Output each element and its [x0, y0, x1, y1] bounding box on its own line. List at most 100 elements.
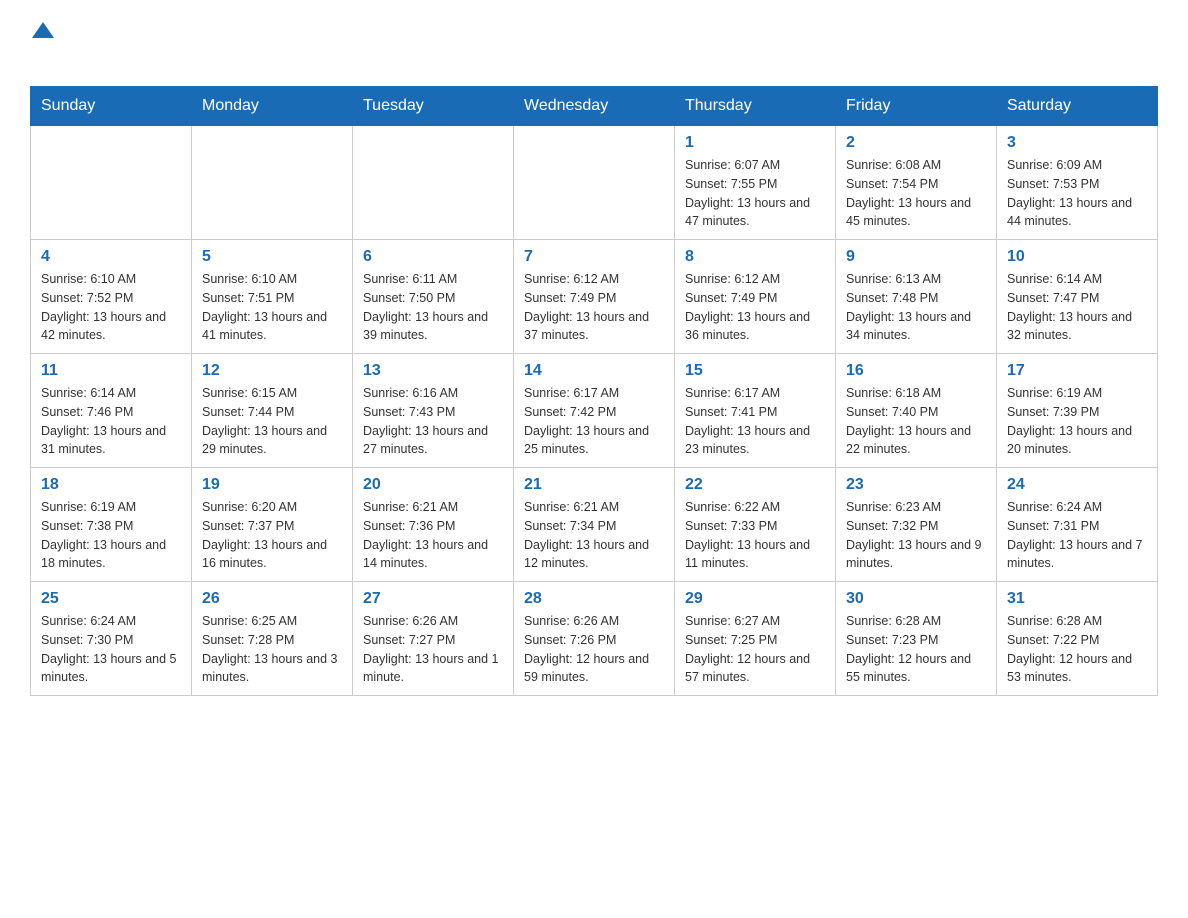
calendar-week-1: 1Sunrise: 6:07 AM Sunset: 7:55 PM Daylig… [31, 126, 1158, 240]
day-info: Sunrise: 6:20 AM Sunset: 7:37 PM Dayligh… [202, 498, 342, 573]
calendar-cell-w5-d5: 29 Sunrise: 6:27 AM Sunset: 7:25 PM Dayli… [675, 582, 836, 696]
calendar-cell-w1-d1 [31, 126, 192, 240]
col-header-sunday: Sunday [31, 87, 192, 126]
day-number: 28 [524, 590, 664, 608]
calendar-cell-w5-d2: 26 Sunrise: 6:25 AM Sunset: 7:28 PM Dayli… [192, 582, 353, 696]
day-number: 17 [1007, 362, 1147, 380]
day-info: Sunrise: 6:28 AM Sunset: 7:22 PM Dayligh… [1007, 612, 1147, 687]
day-info: Sunrise: 6:10 AM Sunset: 7:51 PM Dayligh… [202, 270, 342, 345]
calendar-week-2: 4 Sunrise: 6:10 AM Sunset: 7:52 PM Daylig… [31, 240, 1158, 354]
calendar-cell-w1-d7: 3 Sunrise: 6:09 AM Sunset: 7:53 PM Daylig… [997, 126, 1158, 240]
day-info: Sunrise: 6:28 AM Sunset: 7:23 PM Dayligh… [846, 612, 986, 687]
calendar-cell-w4-d5: 22Sunrise: 6:22 AM Sunset: 7:33 PM Dayli… [675, 468, 836, 582]
day-number: 26 [202, 590, 342, 608]
day-info: Sunrise: 6:18 AM Sunset: 7:40 PM Dayligh… [846, 384, 986, 459]
day-number: 16 [846, 362, 986, 380]
day-info: Sunrise: 6:14 AM Sunset: 7:47 PM Dayligh… [1007, 270, 1147, 345]
day-info: Sunrise: 6:25 AM Sunset: 7:28 PM Dayligh… [202, 612, 342, 687]
calendar-cell-w1-d2 [192, 126, 353, 240]
day-number: 12 [202, 362, 342, 380]
calendar-cell-w2-d2: 5 Sunrise: 6:10 AM Sunset: 7:51 PM Daylig… [192, 240, 353, 354]
calendar-cell-w2-d7: 10 Sunrise: 6:14 AM Sunset: 7:47 PM Dayli… [997, 240, 1158, 354]
calendar-cell-w1-d4 [514, 126, 675, 240]
day-number: 5 [202, 248, 342, 266]
day-number: 13 [363, 362, 503, 380]
day-number: 24 [1007, 476, 1147, 494]
calendar-header-row: Sunday Monday Tuesday Wednesday Thursday… [31, 87, 1158, 126]
day-number: 22 [685, 476, 825, 494]
day-info: Sunrise: 6:26 AM Sunset: 7:26 PM Dayligh… [524, 612, 664, 687]
logo-triangle-icon [30, 20, 54, 40]
calendar-cell-w1-d3 [353, 126, 514, 240]
day-number: 4 [41, 248, 181, 266]
day-info: Sunrise: 6:15 AM Sunset: 7:44 PM Dayligh… [202, 384, 342, 459]
day-info: Sunrise: 6:24 AM Sunset: 7:30 PM Dayligh… [41, 612, 181, 687]
day-number: 29 [685, 590, 825, 608]
day-info: Sunrise: 6:12 AM Sunset: 7:49 PM Dayligh… [685, 270, 825, 345]
day-info: Sunrise: 6:19 AM Sunset: 7:39 PM Dayligh… [1007, 384, 1147, 459]
calendar-cell-w1-d5: 1Sunrise: 6:07 AM Sunset: 7:55 PM Daylig… [675, 126, 836, 240]
calendar-cell-w3-d7: 17 Sunrise: 6:19 AM Sunset: 7:39 PM Dayli… [997, 354, 1158, 468]
day-info: Sunrise: 6:19 AM Sunset: 7:38 PM Dayligh… [41, 498, 181, 573]
day-number: 2 [846, 134, 986, 152]
calendar-week-3: 11Sunrise: 6:14 AM Sunset: 7:46 PM Dayli… [31, 354, 1158, 468]
calendar-cell-w1-d6: 2 Sunrise: 6:08 AM Sunset: 7:54 PM Daylig… [836, 126, 997, 240]
day-number: 6 [363, 248, 503, 266]
calendar-table: Sunday Monday Tuesday Wednesday Thursday… [30, 86, 1158, 696]
calendar-cell-w4-d4: 21 Sunrise: 6:21 AM Sunset: 7:34 PM Dayli… [514, 468, 675, 582]
calendar-cell-w2-d1: 4 Sunrise: 6:10 AM Sunset: 7:52 PM Daylig… [31, 240, 192, 354]
col-header-monday: Monday [192, 87, 353, 126]
day-number: 14 [524, 362, 664, 380]
calendar-week-5: 25Sunrise: 6:24 AM Sunset: 7:30 PM Dayli… [31, 582, 1158, 696]
day-number: 20 [363, 476, 503, 494]
day-number: 7 [524, 248, 664, 266]
calendar-cell-w4-d6: 23Sunrise: 6:23 AM Sunset: 7:32 PM Dayli… [836, 468, 997, 582]
col-header-thursday: Thursday [675, 87, 836, 126]
col-header-tuesday: Tuesday [353, 87, 514, 126]
day-info: Sunrise: 6:24 AM Sunset: 7:31 PM Dayligh… [1007, 498, 1147, 573]
col-header-saturday: Saturday [997, 87, 1158, 126]
day-info: Sunrise: 6:17 AM Sunset: 7:42 PM Dayligh… [524, 384, 664, 459]
day-number: 15 [685, 362, 825, 380]
day-info: Sunrise: 6:07 AM Sunset: 7:55 PM Dayligh… [685, 156, 825, 231]
col-header-wednesday: Wednesday [514, 87, 675, 126]
day-info: Sunrise: 6:14 AM Sunset: 7:46 PM Dayligh… [41, 384, 181, 459]
day-number: 9 [846, 248, 986, 266]
day-info: Sunrise: 6:11 AM Sunset: 7:50 PM Dayligh… [363, 270, 503, 345]
calendar-cell-w2-d4: 7Sunrise: 6:12 AM Sunset: 7:49 PM Daylig… [514, 240, 675, 354]
day-number: 8 [685, 248, 825, 266]
day-info: Sunrise: 6:10 AM Sunset: 7:52 PM Dayligh… [41, 270, 181, 345]
day-info: Sunrise: 6:16 AM Sunset: 7:43 PM Dayligh… [363, 384, 503, 459]
col-header-friday: Friday [836, 87, 997, 126]
calendar-cell-w2-d6: 9 Sunrise: 6:13 AM Sunset: 7:48 PM Daylig… [836, 240, 997, 354]
day-info: Sunrise: 6:08 AM Sunset: 7:54 PM Dayligh… [846, 156, 986, 231]
calendar-cell-w4-d7: 24 Sunrise: 6:24 AM Sunset: 7:31 PM Dayli… [997, 468, 1158, 582]
calendar-cell-w3-d2: 12 Sunrise: 6:15 AM Sunset: 7:44 PM Dayli… [192, 354, 353, 468]
day-info: Sunrise: 6:27 AM Sunset: 7:25 PM Dayligh… [685, 612, 825, 687]
day-number: 21 [524, 476, 664, 494]
calendar-cell-w3-d6: 16 Sunrise: 6:18 AM Sunset: 7:40 PM Dayli… [836, 354, 997, 468]
calendar-cell-w2-d5: 8 Sunrise: 6:12 AM Sunset: 7:49 PM Daylig… [675, 240, 836, 354]
day-number: 10 [1007, 248, 1147, 266]
day-number: 19 [202, 476, 342, 494]
calendar-cell-w3-d3: 13 Sunrise: 6:16 AM Sunset: 7:43 PM Dayli… [353, 354, 514, 468]
calendar-cell-w5-d3: 27Sunrise: 6:26 AM Sunset: 7:27 PM Dayli… [353, 582, 514, 696]
day-info: Sunrise: 6:23 AM Sunset: 7:32 PM Dayligh… [846, 498, 986, 573]
calendar-cell-w2-d3: 6 Sunrise: 6:11 AM Sunset: 7:50 PM Daylig… [353, 240, 514, 354]
calendar-cell-w5-d6: 30Sunrise: 6:28 AM Sunset: 7:23 PM Dayli… [836, 582, 997, 696]
calendar-cell-w5-d4: 28 Sunrise: 6:26 AM Sunset: 7:26 PM Dayli… [514, 582, 675, 696]
calendar-cell-w5-d1: 25Sunrise: 6:24 AM Sunset: 7:30 PM Dayli… [31, 582, 192, 696]
page-header [30, 20, 1158, 66]
day-number: 3 [1007, 134, 1147, 152]
calendar-cell-w4-d1: 18Sunrise: 6:19 AM Sunset: 7:38 PM Dayli… [31, 468, 192, 582]
day-info: Sunrise: 6:21 AM Sunset: 7:34 PM Dayligh… [524, 498, 664, 573]
logo [30, 20, 54, 66]
day-info: Sunrise: 6:09 AM Sunset: 7:53 PM Dayligh… [1007, 156, 1147, 231]
day-info: Sunrise: 6:13 AM Sunset: 7:48 PM Dayligh… [846, 270, 986, 345]
day-info: Sunrise: 6:21 AM Sunset: 7:36 PM Dayligh… [363, 498, 503, 573]
calendar-cell-w4-d3: 20 Sunrise: 6:21 AM Sunset: 7:36 PM Dayli… [353, 468, 514, 582]
calendar-cell-w5-d7: 31Sunrise: 6:28 AM Sunset: 7:22 PM Dayli… [997, 582, 1158, 696]
day-info: Sunrise: 6:17 AM Sunset: 7:41 PM Dayligh… [685, 384, 825, 459]
day-info: Sunrise: 6:26 AM Sunset: 7:27 PM Dayligh… [363, 612, 503, 687]
calendar-week-4: 18Sunrise: 6:19 AM Sunset: 7:38 PM Dayli… [31, 468, 1158, 582]
